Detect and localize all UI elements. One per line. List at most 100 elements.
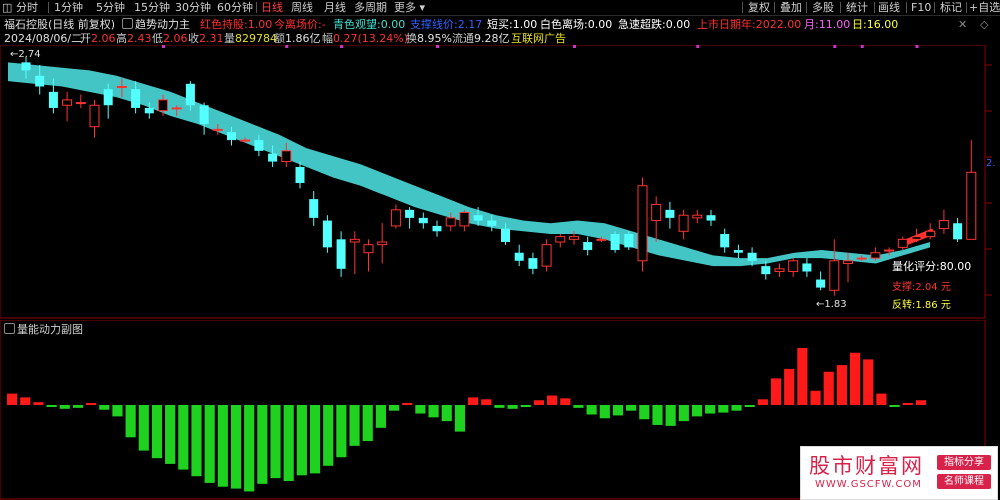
- volume-momentum-bar: [691, 405, 703, 417]
- candle-body: [514, 252, 524, 261]
- candle-body: [62, 99, 73, 106]
- candle-body: [856, 257, 867, 260]
- watermark-title: 股市财富网: [809, 454, 924, 478]
- candle-body: [199, 105, 209, 125]
- watermark-logo: 股市财富网 WWW.GSCFW.COM 指标分享 名师课程: [800, 446, 998, 500]
- signal-dot: [915, 45, 919, 48]
- tab-period-fenshi[interactable]: 分时: [16, 0, 38, 15]
- tab-period-1min[interactable]: 1分钟: [54, 0, 83, 15]
- chevron-down-icon: ▾: [419, 1, 426, 14]
- volume-momentum-bar: [428, 405, 439, 418]
- signal-dot: [162, 45, 165, 48]
- volume-momentum-bar: [20, 397, 31, 405]
- volume-momentum-bar: [468, 397, 479, 405]
- volume-momentum-bar: [770, 378, 782, 405]
- volume-momentum-bar: [797, 348, 808, 405]
- indicator-listing-year: 上市日期年:2022.00: [697, 18, 802, 31]
- watermark-url: WWW.GSCFW.COM: [815, 479, 922, 490]
- candle-body: [678, 214, 689, 232]
- indicator-listing-day: 日:16.00: [852, 18, 899, 31]
- volume-momentum-bar: [849, 352, 861, 405]
- sub-panel-title[interactable]: 量能动力副图: [4, 321, 83, 337]
- draw-line-button[interactable]: 画线: [878, 0, 900, 15]
- tab-period-multi[interactable]: 多周期: [354, 0, 387, 15]
- f10-button[interactable]: F10: [911, 0, 931, 15]
- candle-body: [884, 249, 895, 252]
- tab-period-monthly[interactable]: 月线: [324, 0, 346, 15]
- candle-body: [569, 236, 579, 240]
- volume-momentum-bar: [784, 368, 795, 405]
- volume-momentum-bar: [86, 403, 97, 405]
- candle-body: [555, 236, 566, 243]
- volume-momentum-bar: [586, 405, 597, 415]
- tab-period-30min[interactable]: 30分钟: [175, 0, 211, 15]
- close-icon[interactable]: ✕: [958, 17, 967, 32]
- volume-momentum-bar: [112, 405, 123, 417]
- concept-tag[interactable]: 互联网广告: [511, 31, 566, 46]
- float-field: 流通9.28亿: [452, 32, 510, 45]
- candle-body: [103, 89, 113, 106]
- volume-momentum-bar: [151, 405, 163, 459]
- volume-momentum-bar: [99, 405, 110, 410]
- volume-momentum-bar: [244, 405, 255, 492]
- tab-period-daily[interactable]: 日线: [261, 0, 283, 15]
- mark-button[interactable]: 标记: [940, 0, 962, 15]
- candlestick-chart[interactable]: [0, 45, 1000, 319]
- candle-body: [487, 220, 497, 226]
- candle-body: [48, 91, 58, 108]
- volume-momentum-bar: [72, 405, 84, 408]
- statistics-button[interactable]: 统计: [846, 0, 868, 15]
- amount-field: 额1.86亿: [274, 32, 321, 45]
- candle-body: [322, 220, 332, 248]
- candle-body: [390, 209, 401, 227]
- volume-momentum-bar: [257, 405, 268, 484]
- volume-momentum-bar: [178, 405, 189, 470]
- volume-momentum-bar: [441, 405, 452, 422]
- tab-period-15min[interactable]: 15分钟: [134, 0, 170, 15]
- candle-body: [802, 263, 812, 272]
- tab-period-60min[interactable]: 60分钟: [217, 0, 253, 15]
- volume-momentum-bar: [889, 405, 900, 407]
- indicator-selector[interactable]: 趋势动力主: [122, 17, 190, 32]
- candle-body: [131, 89, 141, 108]
- tab-period-more[interactable]: 更多 ▾: [394, 0, 425, 15]
- candle-body: [158, 99, 168, 112]
- candle-body: [171, 107, 182, 110]
- candle-body: [89, 104, 100, 128]
- diamond-icon[interactable]: ◇: [980, 17, 988, 32]
- candle-body: [541, 244, 552, 267]
- volume-momentum-bar: [33, 402, 44, 405]
- indicator-info-line: 福石控股(日线 前复权) 趋势动力主 红色持股:1.00 今离场价:- 青色观望…: [0, 17, 1000, 32]
- volume-momentum-bar: [915, 400, 926, 405]
- candle-body: [212, 128, 223, 131]
- multi-stock-button[interactable]: 多股: [812, 0, 834, 15]
- indicator-name: 趋势动力主: [135, 18, 190, 31]
- indicator-short-buy: 短买:1.00: [487, 18, 538, 31]
- volume-momentum-bar: [296, 405, 307, 476]
- volume-momentum-bar: [309, 405, 321, 474]
- candle-body: [445, 217, 456, 227]
- candle-body: [966, 171, 977, 240]
- volume-momentum-bar: [718, 405, 729, 413]
- restore-right-button[interactable]: 复权: [748, 0, 770, 15]
- volume-momentum-bar: [876, 393, 887, 405]
- indicator-menu-icon: [122, 18, 133, 29]
- toolbar-menu-icon[interactable]: ◫: [2, 0, 12, 15]
- volume-momentum-bar: [823, 371, 834, 405]
- volume-momentum-bar: [415, 405, 426, 414]
- overlay-button[interactable]: 叠加: [780, 0, 802, 15]
- candle-body: [35, 75, 45, 87]
- add-favorite-button[interactable]: +自选: [969, 0, 1000, 15]
- volume-momentum-bar: [757, 399, 768, 405]
- candle-body: [144, 107, 154, 114]
- tab-period-5min[interactable]: 5分钟: [96, 0, 125, 15]
- stock-title: 福石控股(日线 前复权): [4, 18, 116, 31]
- close-field: 收2.31: [188, 32, 224, 45]
- candle-body: [747, 252, 757, 261]
- candle-body: [610, 233, 620, 251]
- volume-momentum-bar: [626, 405, 637, 411]
- volume-momentum-bar: [494, 405, 505, 408]
- volume-momentum-bar: [454, 405, 465, 432]
- sub-panel-menu-icon: [4, 323, 15, 334]
- tab-period-weekly[interactable]: 周线: [291, 0, 313, 15]
